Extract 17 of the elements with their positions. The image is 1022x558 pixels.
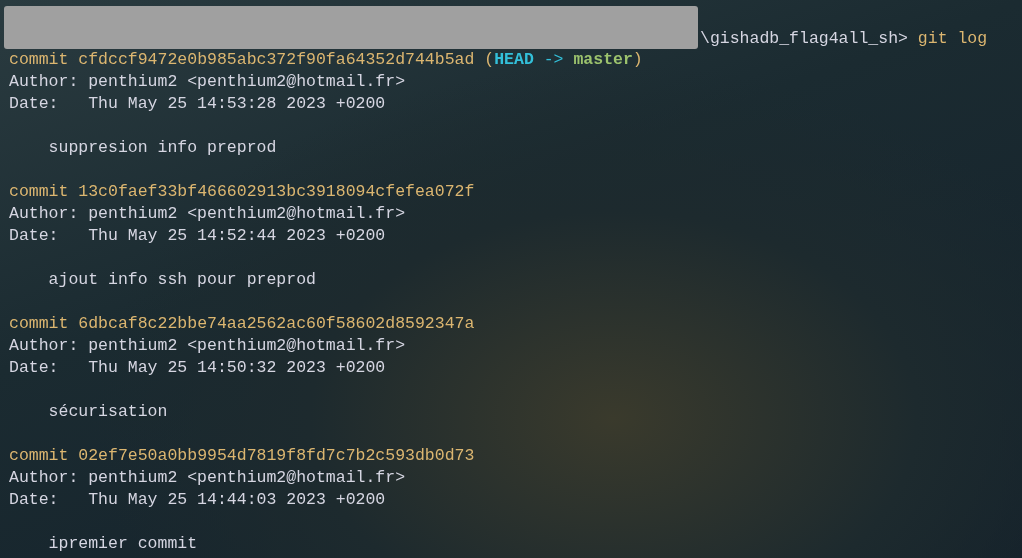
commit-line: commit cfdccf9472e0b985abc372f90fa64352d744b5ad (HEAD -> master) (9, 49, 643, 71)
commit-message: sécurisation (48, 401, 168, 423)
commit-message: suppresion info preprod (48, 137, 277, 159)
author-line: Author: penthium2 <penthium2@hotmail.fr> (9, 71, 406, 93)
author-line: Author: penthium2 <penthium2@hotmail.fr> (9, 335, 406, 357)
prompt-line: \gishadb_flag4all_sh> git log (700, 28, 988, 50)
date-line: Date: Thu May 25 14:44:03 2023 +0200 (9, 489, 386, 511)
commit-line: commit 02ef7e50a0bb9954d7819f8fd7c7b2c593db0d73 (9, 445, 475, 467)
date-line: Date: Thu May 25 14:53:28 2023 +0200 (9, 93, 386, 115)
date-line: Date: Thu May 25 14:50:32 2023 +0200 (9, 357, 386, 379)
commit-line: commit 6dbcaf8c22bbe74aa2562ac60f58602d8592347a (9, 313, 475, 335)
date-line: Date: Thu May 25 14:52:44 2023 +0200 (9, 225, 386, 247)
author-line: Author: penthium2 <penthium2@hotmail.fr> (9, 467, 406, 489)
author-line: Author: penthium2 <penthium2@hotmail.fr> (9, 203, 406, 225)
commit-message: ajout info ssh pour preprod (48, 269, 316, 291)
commit-message: ipremier commit (48, 533, 198, 555)
commit-line: commit 13c0faef33bf466602913bc3918094cfefea072f (9, 181, 475, 203)
